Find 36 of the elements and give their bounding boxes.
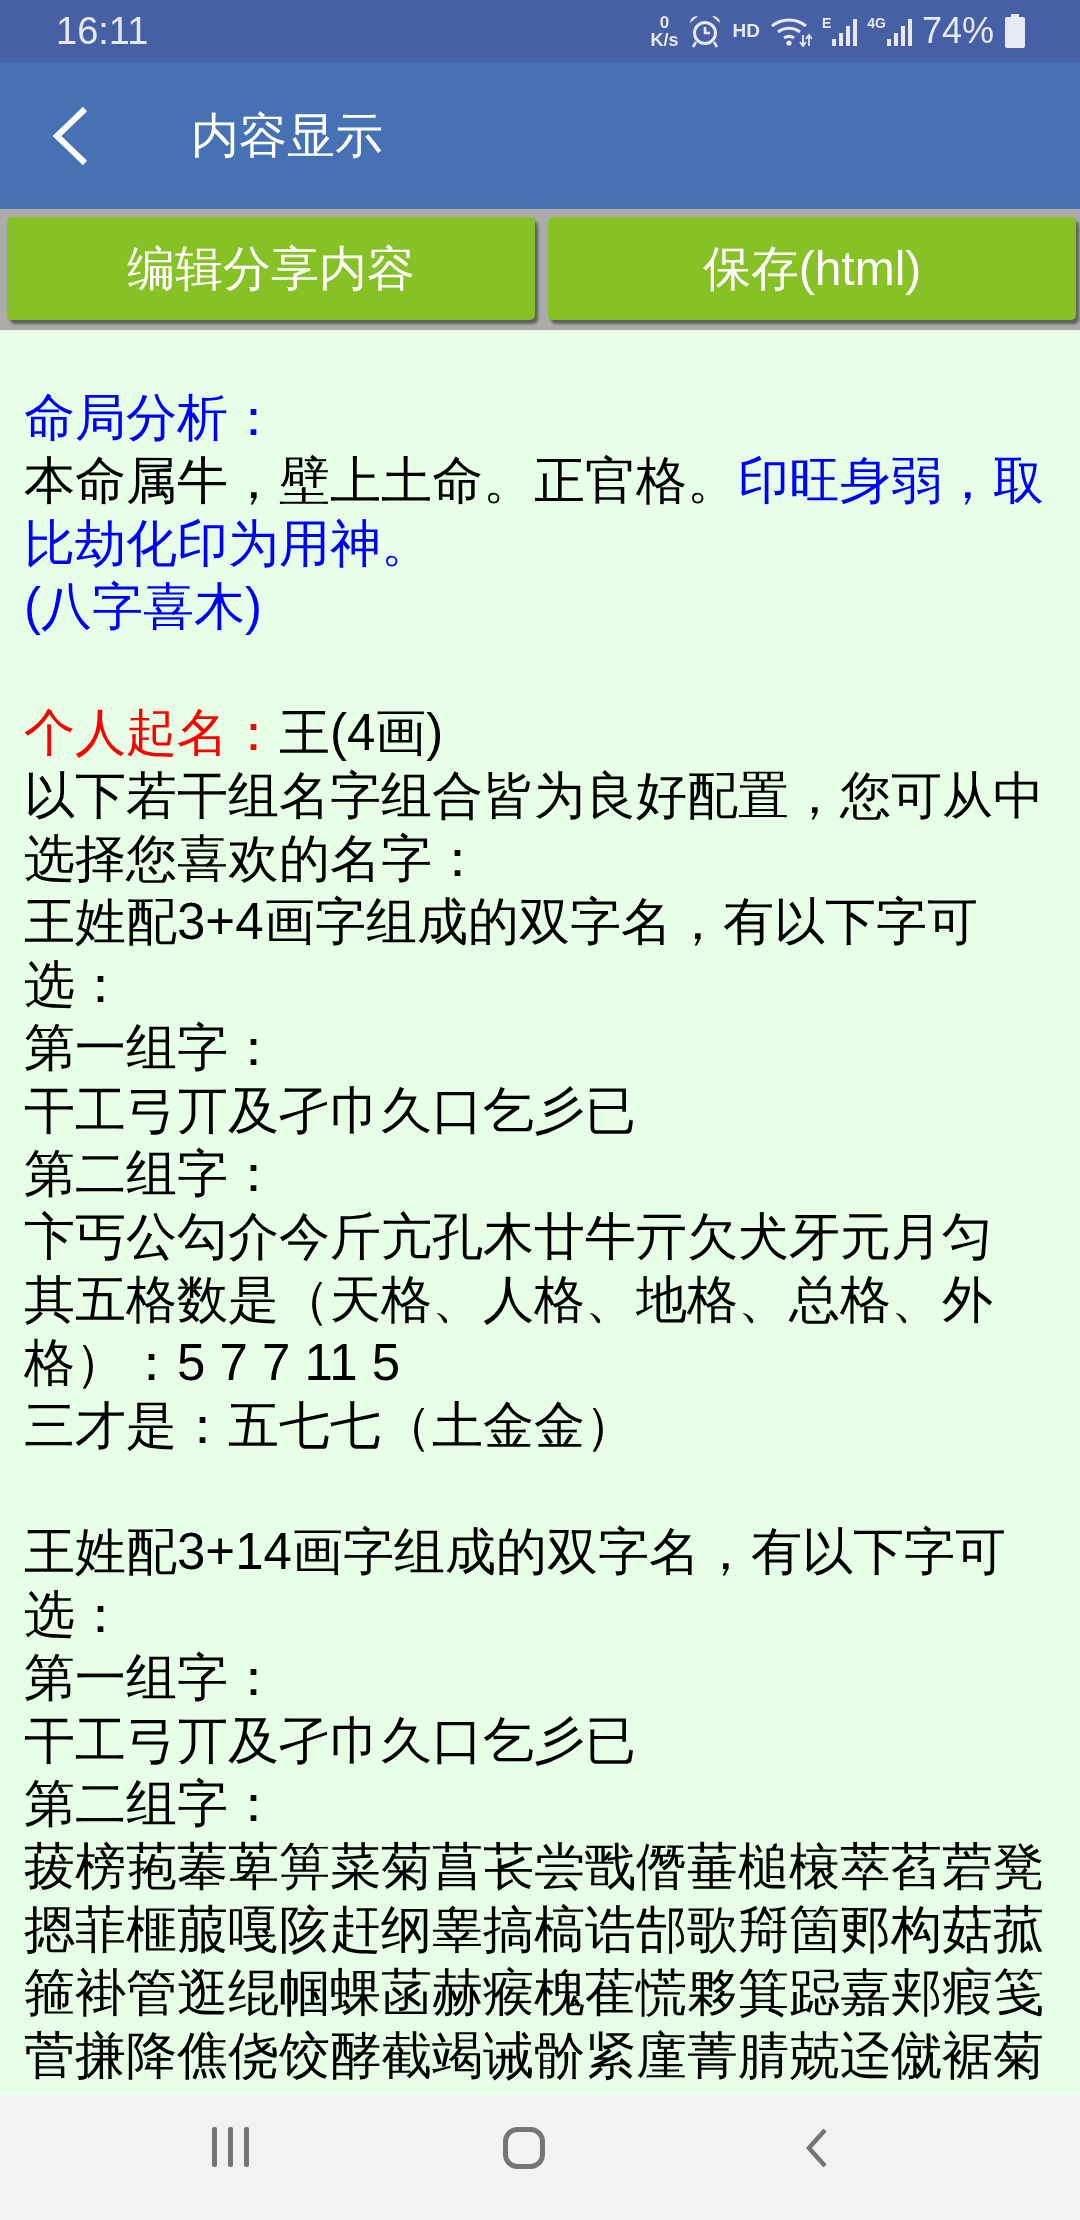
text-paragraph: 菝榜菢菶萆箅菜菊菖苌尝戬僭菙槌榱萃萏菪凳摁菲榧菔嘎陔赶纲睾搞槁诰郜歌搿箇郠构菇菰箍褂管逛绲帼蜾菡赫瘊槐萑慌夥箕跽嘉郏瘕笺菅搛降僬侥饺酵截竭诫骱紧廑菁腈兢迳僦裾菊 <box>24 1837 1045 2086</box>
screen-title: 内容显示 <box>191 107 383 164</box>
back-icon[interactable] <box>805 2127 828 2169</box>
network-type-label: 4G <box>867 16 886 30</box>
clock-time: 16:11 <box>56 9 149 53</box>
battery-icon <box>1004 14 1026 48</box>
text-paragraph: 三才是：五七七（土金金） <box>24 1396 637 1456</box>
text-paragraph: 王姓配3+4画字组成的双字名，有以下字可选： <box>24 892 979 1015</box>
text-paragraph: 第二组字： <box>24 1144 280 1204</box>
home-icon[interactable] <box>502 2127 545 2169</box>
text-paragraph: 以下若干组名字组合皆为良好配置，您可从中选择您喜欢的名字： <box>24 766 1045 889</box>
text-paragraph: 命局分析： <box>24 388 280 448</box>
save-button[interactable]: 保存(html) <box>548 217 1076 320</box>
net-speed-unit: K/s <box>650 30 679 49</box>
hd-label: HD <box>732 20 760 42</box>
edit-share-button[interactable]: 编辑分享内容 <box>7 217 535 320</box>
text-paragraph: 第一组字： <box>24 1648 280 1708</box>
text-paragraph: 第二组字： <box>24 1774 280 1834</box>
text-paragraph: (八字喜木) <box>24 577 263 637</box>
text-paragraph: 个人起名：王(4画) <box>24 703 445 763</box>
back-icon[interactable] <box>50 104 90 167</box>
text-paragraph: 干工弓丌及孑巾久口乞彡已 <box>24 1081 637 1141</box>
signal-bars-icon <box>885 18 912 46</box>
text-paragraph: 干工弓丌及孑巾久口乞彡已 <box>24 1711 637 1771</box>
text-paragraph: 卞丐公勾介今斤亢孔木廿牛亓欠犬牙元月匀 <box>24 1207 994 1267</box>
text-paragraph: 第一组字： <box>24 1018 280 1078</box>
wifi-icon <box>769 15 812 47</box>
recent-apps-icon[interactable] <box>212 2127 249 2167</box>
net-speed-value: 0 <box>659 13 670 31</box>
alarm-clock-icon <box>688 14 723 48</box>
text-paragraph: 本命属牛，壁上土命。正官格。印旺身弱，取比劫化印为用神。 <box>24 451 1045 574</box>
battery-percent: 74% <box>921 11 994 51</box>
text-paragraph: 王姓配3+14画字组成的双字名，有以下字可选： <box>24 1522 1007 1645</box>
text-paragraph: 其五格数是（天格、人格、地格、总格、外格）：5 7 7 11 5 <box>24 1270 994 1393</box>
network-type-label: E <box>821 16 832 30</box>
signal-bars-icon <box>831 18 858 46</box>
